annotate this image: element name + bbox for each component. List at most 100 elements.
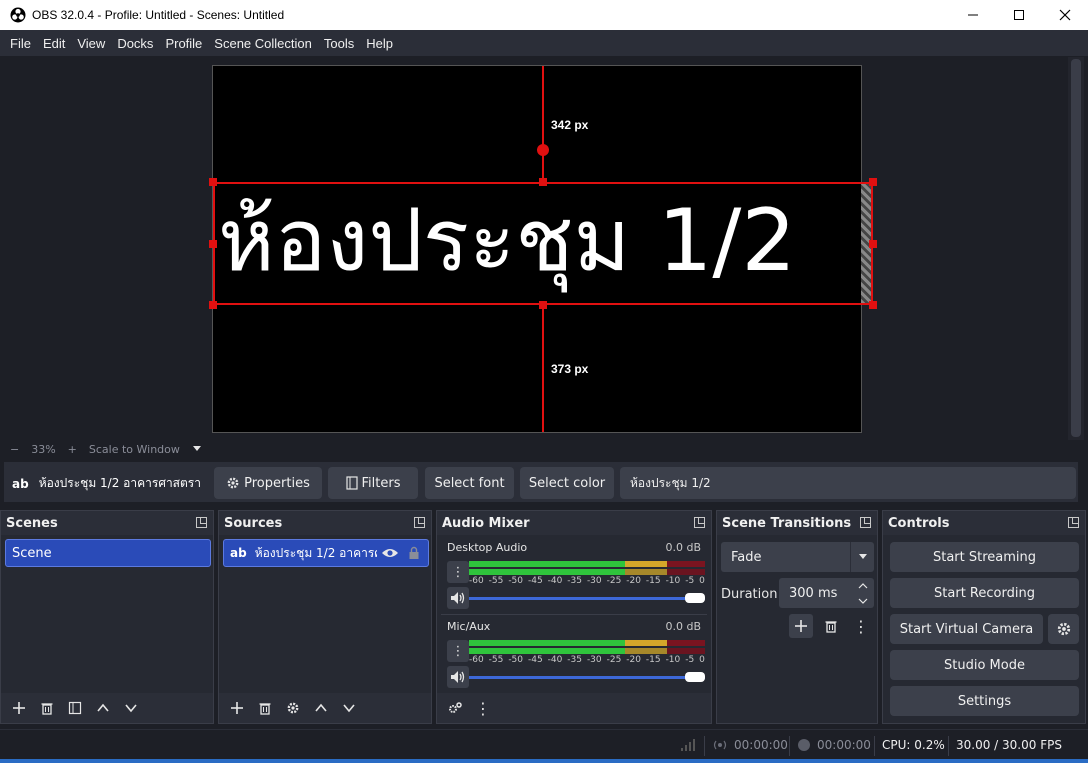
close-button[interactable]: [1042, 0, 1088, 30]
transition-dropdown[interactable]: [850, 542, 874, 572]
mute-button[interactable]: [447, 666, 469, 688]
mute-button[interactable]: [447, 587, 469, 609]
virtual-camera-settings-button[interactable]: [1048, 614, 1079, 644]
filters-button[interactable]: Filters: [328, 467, 418, 499]
start-virtual-camera-button[interactable]: Start Virtual Camera: [890, 614, 1043, 644]
menu-tools[interactable]: Tools: [318, 36, 360, 51]
chevron-down-icon[interactable]: [858, 598, 868, 604]
zoom-mode: Scale to Window: [88, 442, 180, 456]
studio-mode-button[interactable]: Studio Mode: [890, 650, 1079, 680]
eye-icon[interactable]: [381, 547, 399, 559]
mixer-menu-icon[interactable]: ⋮: [471, 696, 495, 720]
volume-slider-handle[interactable]: [685, 593, 705, 603]
undock-icon[interactable]: [860, 517, 871, 528]
scrollbar-thumb[interactable]: [1071, 59, 1081, 437]
rotation-handle[interactable]: [537, 144, 549, 156]
source-text-field[interactable]: ห้องประชุม 1/2: [620, 467, 1076, 499]
settings-button[interactable]: Settings: [890, 686, 1079, 716]
move-up-icon[interactable]: [91, 696, 115, 720]
scenes-footer: [1, 693, 213, 723]
move-down-icon[interactable]: [119, 696, 143, 720]
lock-icon[interactable]: [407, 546, 421, 560]
menu-scene-collection[interactable]: Scene Collection: [208, 36, 318, 51]
undock-icon[interactable]: [414, 517, 425, 528]
window-title: OBS 32.0.4 - Profile: Untitled - Scenes:…: [32, 8, 285, 22]
resize-handle-top-right[interactable]: [869, 178, 877, 186]
scene-transitions-title: Scene Transitions: [722, 515, 852, 531]
audio-mixer-footer: ⋮: [437, 693, 711, 723]
channel-menu-button[interactable]: ⋮: [447, 561, 469, 583]
status-separator: [704, 736, 705, 756]
undock-icon[interactable]: [1068, 517, 1079, 528]
move-down-icon[interactable]: [337, 696, 361, 720]
resize-handle-top-left[interactable]: [209, 178, 217, 186]
zoom-in-button[interactable]: +: [62, 443, 83, 456]
menu-profile[interactable]: Profile: [159, 36, 208, 51]
minimize-button[interactable]: [950, 0, 996, 30]
resize-handle-top[interactable]: [539, 178, 547, 186]
move-up-icon[interactable]: [309, 696, 333, 720]
speaker-icon: [451, 592, 465, 604]
remove-source-icon[interactable]: [253, 696, 277, 720]
speaker-icon: [451, 671, 465, 683]
transition-selected: Fade: [731, 549, 762, 565]
maximize-icon: [1014, 10, 1024, 20]
volume-slider-handle[interactable]: [685, 672, 705, 682]
select-color-button[interactable]: Select color: [520, 467, 614, 499]
add-scene-icon[interactable]: [7, 696, 31, 720]
close-icon: [1059, 9, 1071, 21]
preview-vertical-scrollbar[interactable]: [1068, 57, 1084, 440]
record-icon: [798, 739, 810, 751]
start-streaming-button[interactable]: Start Streaming: [890, 542, 1079, 572]
resize-handle-left[interactable]: [209, 240, 217, 248]
properties-button[interactable]: Properties: [214, 467, 322, 499]
selection-box[interactable]: [213, 182, 873, 305]
source-list-item[interactable]: ab ห้องประชุม 1/2 อาคารศ: [223, 539, 429, 567]
advanced-audio-icon[interactable]: [443, 696, 467, 720]
sources-dock: Sources ab ห้องประชุม 1/2 อาคารศ: [218, 510, 432, 724]
menu-help[interactable]: Help: [360, 36, 399, 51]
undock-icon[interactable]: [694, 517, 705, 528]
source-properties-icon[interactable]: [281, 696, 305, 720]
add-source-icon[interactable]: [225, 696, 249, 720]
menu-file[interactable]: File: [4, 36, 37, 51]
scene-filters-icon[interactable]: [63, 696, 87, 720]
menu-view[interactable]: View: [71, 36, 111, 51]
volume-slider[interactable]: [469, 676, 705, 679]
transition-select[interactable]: Fade: [721, 542, 874, 572]
top-distance-line: [542, 66, 544, 182]
bottom-distance-label: 373 px: [551, 362, 589, 376]
remove-scene-icon[interactable]: [35, 696, 59, 720]
undock-icon[interactable]: [196, 517, 207, 528]
scene-list-item[interactable]: Scene: [5, 539, 211, 567]
volume-meter: [469, 648, 705, 654]
record-status: 00:00:00: [797, 738, 871, 752]
channel-menu-button[interactable]: ⋮: [447, 640, 469, 662]
resize-handle-bottom-left[interactable]: [209, 301, 217, 309]
select-font-button[interactable]: Select font: [425, 467, 514, 499]
maximize-button[interactable]: [996, 0, 1042, 30]
zoom-out-button[interactable]: −: [4, 443, 25, 456]
zoom-mode-dropdown[interactable]: [186, 443, 208, 456]
title-bar: OBS 32.0.4 - Profile: Untitled - Scenes:…: [0, 0, 1088, 30]
start-recording-button[interactable]: Start Recording: [890, 578, 1079, 608]
audio-mixer-header: Audio Mixer: [437, 511, 711, 535]
transition-menu-icon[interactable]: ⋮: [849, 614, 873, 638]
channel-db: 0.0 dB: [665, 620, 701, 633]
volume-slider[interactable]: [469, 597, 705, 600]
chevron-up-icon[interactable]: [858, 582, 868, 589]
source-toolbar: ab ห้องประชุม 1/2 อาคารศาสตรา Properties…: [4, 462, 1078, 502]
menu-docks[interactable]: Docks: [111, 36, 159, 51]
remove-transition-icon[interactable]: [819, 614, 843, 638]
controls-title: Controls: [888, 515, 950, 531]
resize-handle-right[interactable]: [869, 240, 877, 248]
status-separator: [948, 736, 949, 756]
add-transition-icon[interactable]: [789, 614, 813, 638]
resize-handle-bottom[interactable]: [539, 301, 547, 309]
volume-meter: [469, 569, 705, 575]
duration-spinbox[interactable]: 300 ms: [779, 578, 874, 608]
menu-edit[interactable]: Edit: [37, 36, 71, 51]
duration-stepper[interactable]: [852, 578, 874, 608]
meter-ticks: -60 -55 -50 -45 -40 -35 -30 -25 -20 -15 -10 -5 0: [469, 576, 705, 586]
resize-handle-bottom-right[interactable]: [869, 301, 877, 309]
